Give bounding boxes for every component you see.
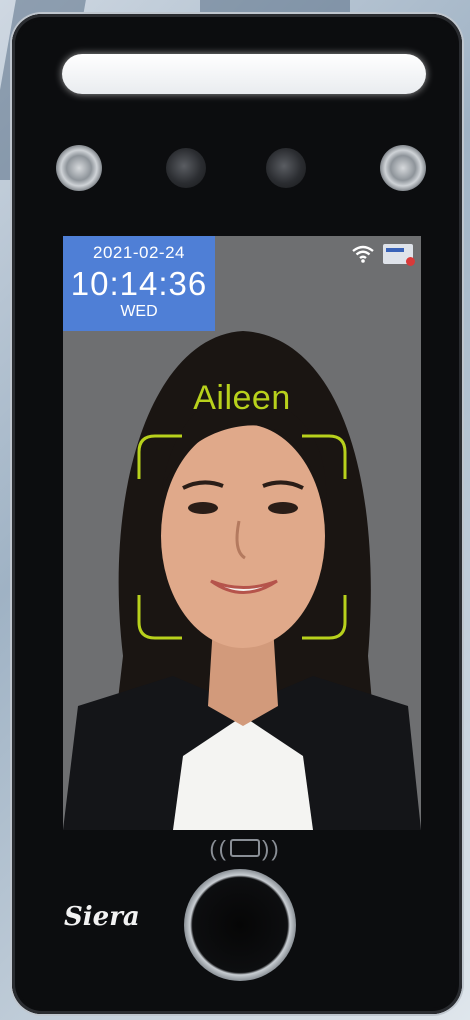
brand-logo: Siera <box>64 902 140 932</box>
camera-lens-left <box>166 148 206 188</box>
status-bar <box>351 244 415 266</box>
background-stripe <box>200 0 350 14</box>
ir-sensor-left <box>56 145 102 191</box>
datetime-panel: 2021-02-24 10:14:36 WED <box>63 236 215 331</box>
fingerprint-sensor-icon[interactable] <box>184 869 296 981</box>
current-weekday: WED <box>120 303 158 320</box>
wifi-icon <box>352 245 374 263</box>
recognized-name: Aileen <box>193 379 291 417</box>
ir-sensor-right <box>380 145 426 191</box>
rfid-reader-icon: (()) <box>209 836 281 861</box>
current-date: 2021-02-24 <box>93 243 185 262</box>
face-detection-frame <box>137 434 347 640</box>
camera-lens-right <box>266 148 306 188</box>
id-card-icon <box>383 244 415 266</box>
face-recognition-terminal: 2021-02-24 10:14:36 WED Aileen (()) Sier <box>12 14 462 1014</box>
current-time: 10:14:36 <box>70 265 208 302</box>
display-screen[interactable]: 2021-02-24 10:14:36 WED Aileen <box>63 236 421 830</box>
fill-light-bar <box>62 54 426 94</box>
